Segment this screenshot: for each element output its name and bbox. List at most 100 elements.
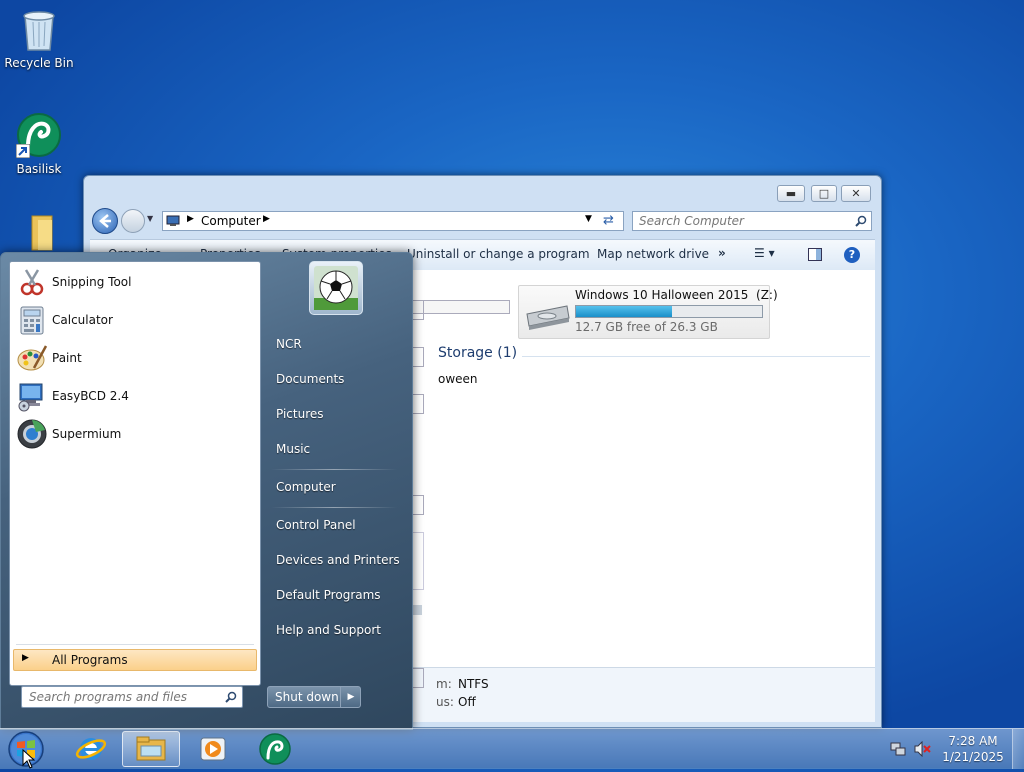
minimize-button[interactable]: ▬: [777, 185, 805, 202]
program-calculator[interactable]: Calculator: [14, 302, 256, 338]
program-label: EasyBCD 2.4: [52, 389, 129, 403]
windows-explorer-icon: [136, 736, 166, 761]
start-menu-separator: [271, 469, 397, 470]
program-easybcd[interactable]: EasyBCD 2.4: [14, 378, 256, 414]
start-item-ncr[interactable]: NCR: [276, 337, 302, 351]
start-item-computer[interactable]: Computer: [276, 480, 336, 494]
program-label: Calculator: [52, 313, 113, 327]
clock[interactable]: 7:28 AM 1/21/2025: [940, 733, 1006, 765]
program-snipping-tool[interactable]: Snipping Tool: [14, 264, 256, 300]
program-supermium[interactable]: Supermium: [14, 416, 256, 452]
computer-icon: [166, 215, 180, 226]
map-network-drive-button[interactable]: Map network drive: [597, 247, 709, 261]
start-item-default-programs[interactable]: Default Programs: [276, 588, 381, 602]
group-header-divider: [522, 356, 870, 357]
internet-explorer-icon: [75, 738, 107, 760]
taskbar-media-player[interactable]: [184, 731, 242, 767]
network-tray-icon[interactable]: [890, 741, 906, 757]
search-placeholder: Search Computer: [639, 214, 744, 228]
shutdown-options-arrow-icon[interactable]: ▶: [340, 687, 361, 707]
drive-usage-fill: [576, 306, 673, 317]
all-programs-label: All Programs: [52, 653, 128, 667]
details-label: m:: [436, 677, 452, 691]
start-menu: Snipping Tool Calculator Paint EasyBCD 2…: [0, 252, 413, 730]
start-item-control-panel[interactable]: Control Panel: [276, 518, 356, 532]
calculator-icon: [20, 306, 44, 335]
supermium-icon: [17, 419, 47, 449]
programs-divider: [16, 644, 254, 645]
drive-tile[interactable]: Windows 10 Halloween 2015 (Z:) 12.7 GB f…: [518, 285, 778, 339]
mouse-cursor-icon: [22, 749, 36, 769]
shutdown-button[interactable]: Shut down ▶: [267, 686, 361, 708]
drive-free-space: 12.7 GB free of 26.3 GB: [575, 320, 718, 334]
program-label: Snipping Tool: [52, 275, 132, 289]
more-commands-button[interactable]: »: [718, 246, 726, 260]
start-item-documents[interactable]: Documents: [276, 372, 344, 386]
start-menu-programs-pane: Snipping Tool Calculator Paint EasyBCD 2…: [9, 261, 261, 686]
details-label: us:: [436, 695, 454, 709]
search-box[interactable]: Search Computer: [632, 211, 872, 231]
view-options-icon[interactable]: ☰ ▾: [754, 246, 775, 260]
start-search-box[interactable]: Search programs and files: [21, 686, 243, 708]
shutdown-label: Shut down: [275, 690, 339, 704]
recycle-bin-icon: [19, 6, 59, 52]
close-button[interactable]: ✕: [841, 185, 871, 202]
address-dropdown-icon[interactable]: ▼: [585, 214, 592, 224]
desktop-icon-folder[interactable]: [0, 212, 74, 256]
back-arrow-icon: [99, 214, 111, 228]
group-header-storage[interactable]: Storage (1): [438, 345, 517, 361]
start-search-placeholder: Search programs and files: [29, 690, 187, 704]
forward-button[interactable]: [121, 209, 145, 233]
uninstall-program-button[interactable]: Uninstall or change a program: [407, 247, 590, 261]
breadcrumb-arrow-icon[interactable]: ▶: [263, 214, 270, 224]
user-picture[interactable]: [309, 261, 363, 315]
basilisk-icon: [259, 733, 291, 765]
help-icon[interactable]: ?: [844, 247, 860, 263]
drive-name: Windows 10 Halloween 2015 (Z:): [575, 288, 778, 302]
start-item-help-and-support[interactable]: Help and Support: [276, 623, 381, 637]
back-button[interactable]: [92, 208, 118, 234]
details-value: Off: [458, 695, 476, 709]
start-item-devices-and-printers[interactable]: Devices and Printers: [276, 553, 400, 567]
taskbar-basilisk[interactable]: [246, 731, 304, 767]
media-player-icon: [200, 737, 226, 761]
basilisk-icon: [16, 112, 62, 158]
address-bar[interactable]: ▶ Computer ▶ ▼ ⇄: [162, 211, 624, 231]
taskbar-internet-explorer[interactable]: [62, 731, 120, 767]
desktop-icon-recycle-bin[interactable]: Recycle Bin: [1, 6, 77, 70]
all-programs-arrow-icon: ▶: [22, 653, 29, 663]
drive-usage-bar: [575, 305, 763, 318]
search-icon[interactable]: [855, 215, 867, 227]
details-value: NTFS: [458, 677, 489, 691]
refresh-icon[interactable]: ⇄: [603, 213, 614, 228]
desktop-icon-basilisk[interactable]: Basilisk: [1, 112, 77, 176]
desktop-icon-label: Recycle Bin: [4, 56, 74, 70]
desktop-icon-label: Basilisk: [16, 162, 62, 176]
program-label: Supermium: [52, 427, 122, 441]
start-item-music[interactable]: Music: [276, 442, 310, 456]
snipping-tool-icon: [20, 269, 44, 296]
volume-muted-tray-icon[interactable]: [914, 740, 932, 758]
taskbar-windows-explorer[interactable]: [122, 731, 180, 767]
soccer-ball-icon: [314, 266, 358, 310]
program-label: Paint: [52, 351, 82, 365]
maximize-button[interactable]: □: [811, 185, 837, 202]
search-icon[interactable]: [225, 691, 237, 703]
start-menu-separator: [271, 507, 397, 508]
show-desktop-button[interactable]: [1012, 729, 1024, 769]
clock-date: 1/21/2025: [942, 750, 1004, 764]
hard-drive-icon: [526, 305, 570, 330]
recent-pages-dropdown[interactable]: ▼: [147, 214, 157, 224]
paint-icon: [17, 345, 48, 371]
breadcrumb-arrow-icon[interactable]: ▶: [187, 214, 194, 224]
storage-item-label[interactable]: oween: [438, 372, 478, 386]
all-programs-button[interactable]: ▶ All Programs: [13, 649, 257, 671]
preview-pane-icon[interactable]: [808, 248, 822, 261]
breadcrumb-computer[interactable]: Computer: [201, 214, 261, 228]
taskbar: 7:28 AM 1/21/2025: [0, 728, 1024, 769]
start-item-pictures[interactable]: Pictures: [276, 407, 324, 421]
clock-time: 7:28 AM: [948, 734, 998, 748]
folder-icon: [16, 212, 56, 252]
easybcd-icon: [18, 383, 43, 412]
program-paint[interactable]: Paint: [14, 340, 256, 376]
